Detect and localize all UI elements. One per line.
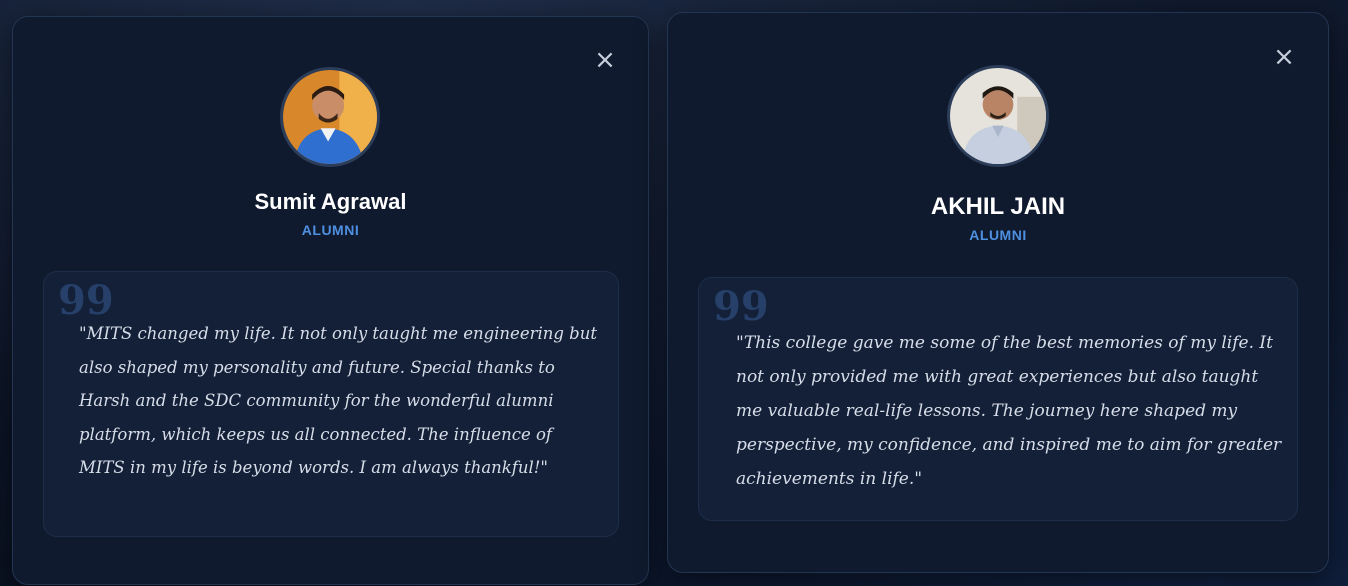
- quote-box: 99 "This college gave me some of the bes…: [698, 277, 1298, 521]
- close-icon[interactable]: ×: [1273, 44, 1295, 70]
- person-name: AKHIL JAIN: [930, 193, 1066, 220]
- quote-icon: 99: [58, 277, 114, 324]
- person-name: Sumit Agrawal: [254, 189, 407, 214]
- testimonial-quote: "This college gave me some of the best m…: [736, 333, 1282, 489]
- avatar-photo: [950, 68, 1046, 164]
- avatar-photo: [283, 70, 377, 164]
- close-icon[interactable]: ×: [594, 47, 616, 73]
- quote-icon: 99: [713, 283, 769, 330]
- person-role-badge: ALUMNI: [301, 222, 360, 238]
- testimonial-card-sumit-agrawal: × Sumit Agrawal ALUMNI 99 "MITS changed …: [12, 16, 649, 585]
- person-role-badge: ALUMNI: [969, 227, 1027, 243]
- avatar: [947, 65, 1049, 167]
- quote-box: 99 "MITS changed my life. It not only ta…: [43, 271, 619, 537]
- testimonial-quote: "MITS changed my life. It not only taugh…: [79, 324, 598, 477]
- testimonial-card-akhil-jain: × AKHIL JAIN ALUMNI 99 "This college gav…: [667, 12, 1329, 573]
- avatar: [280, 67, 380, 167]
